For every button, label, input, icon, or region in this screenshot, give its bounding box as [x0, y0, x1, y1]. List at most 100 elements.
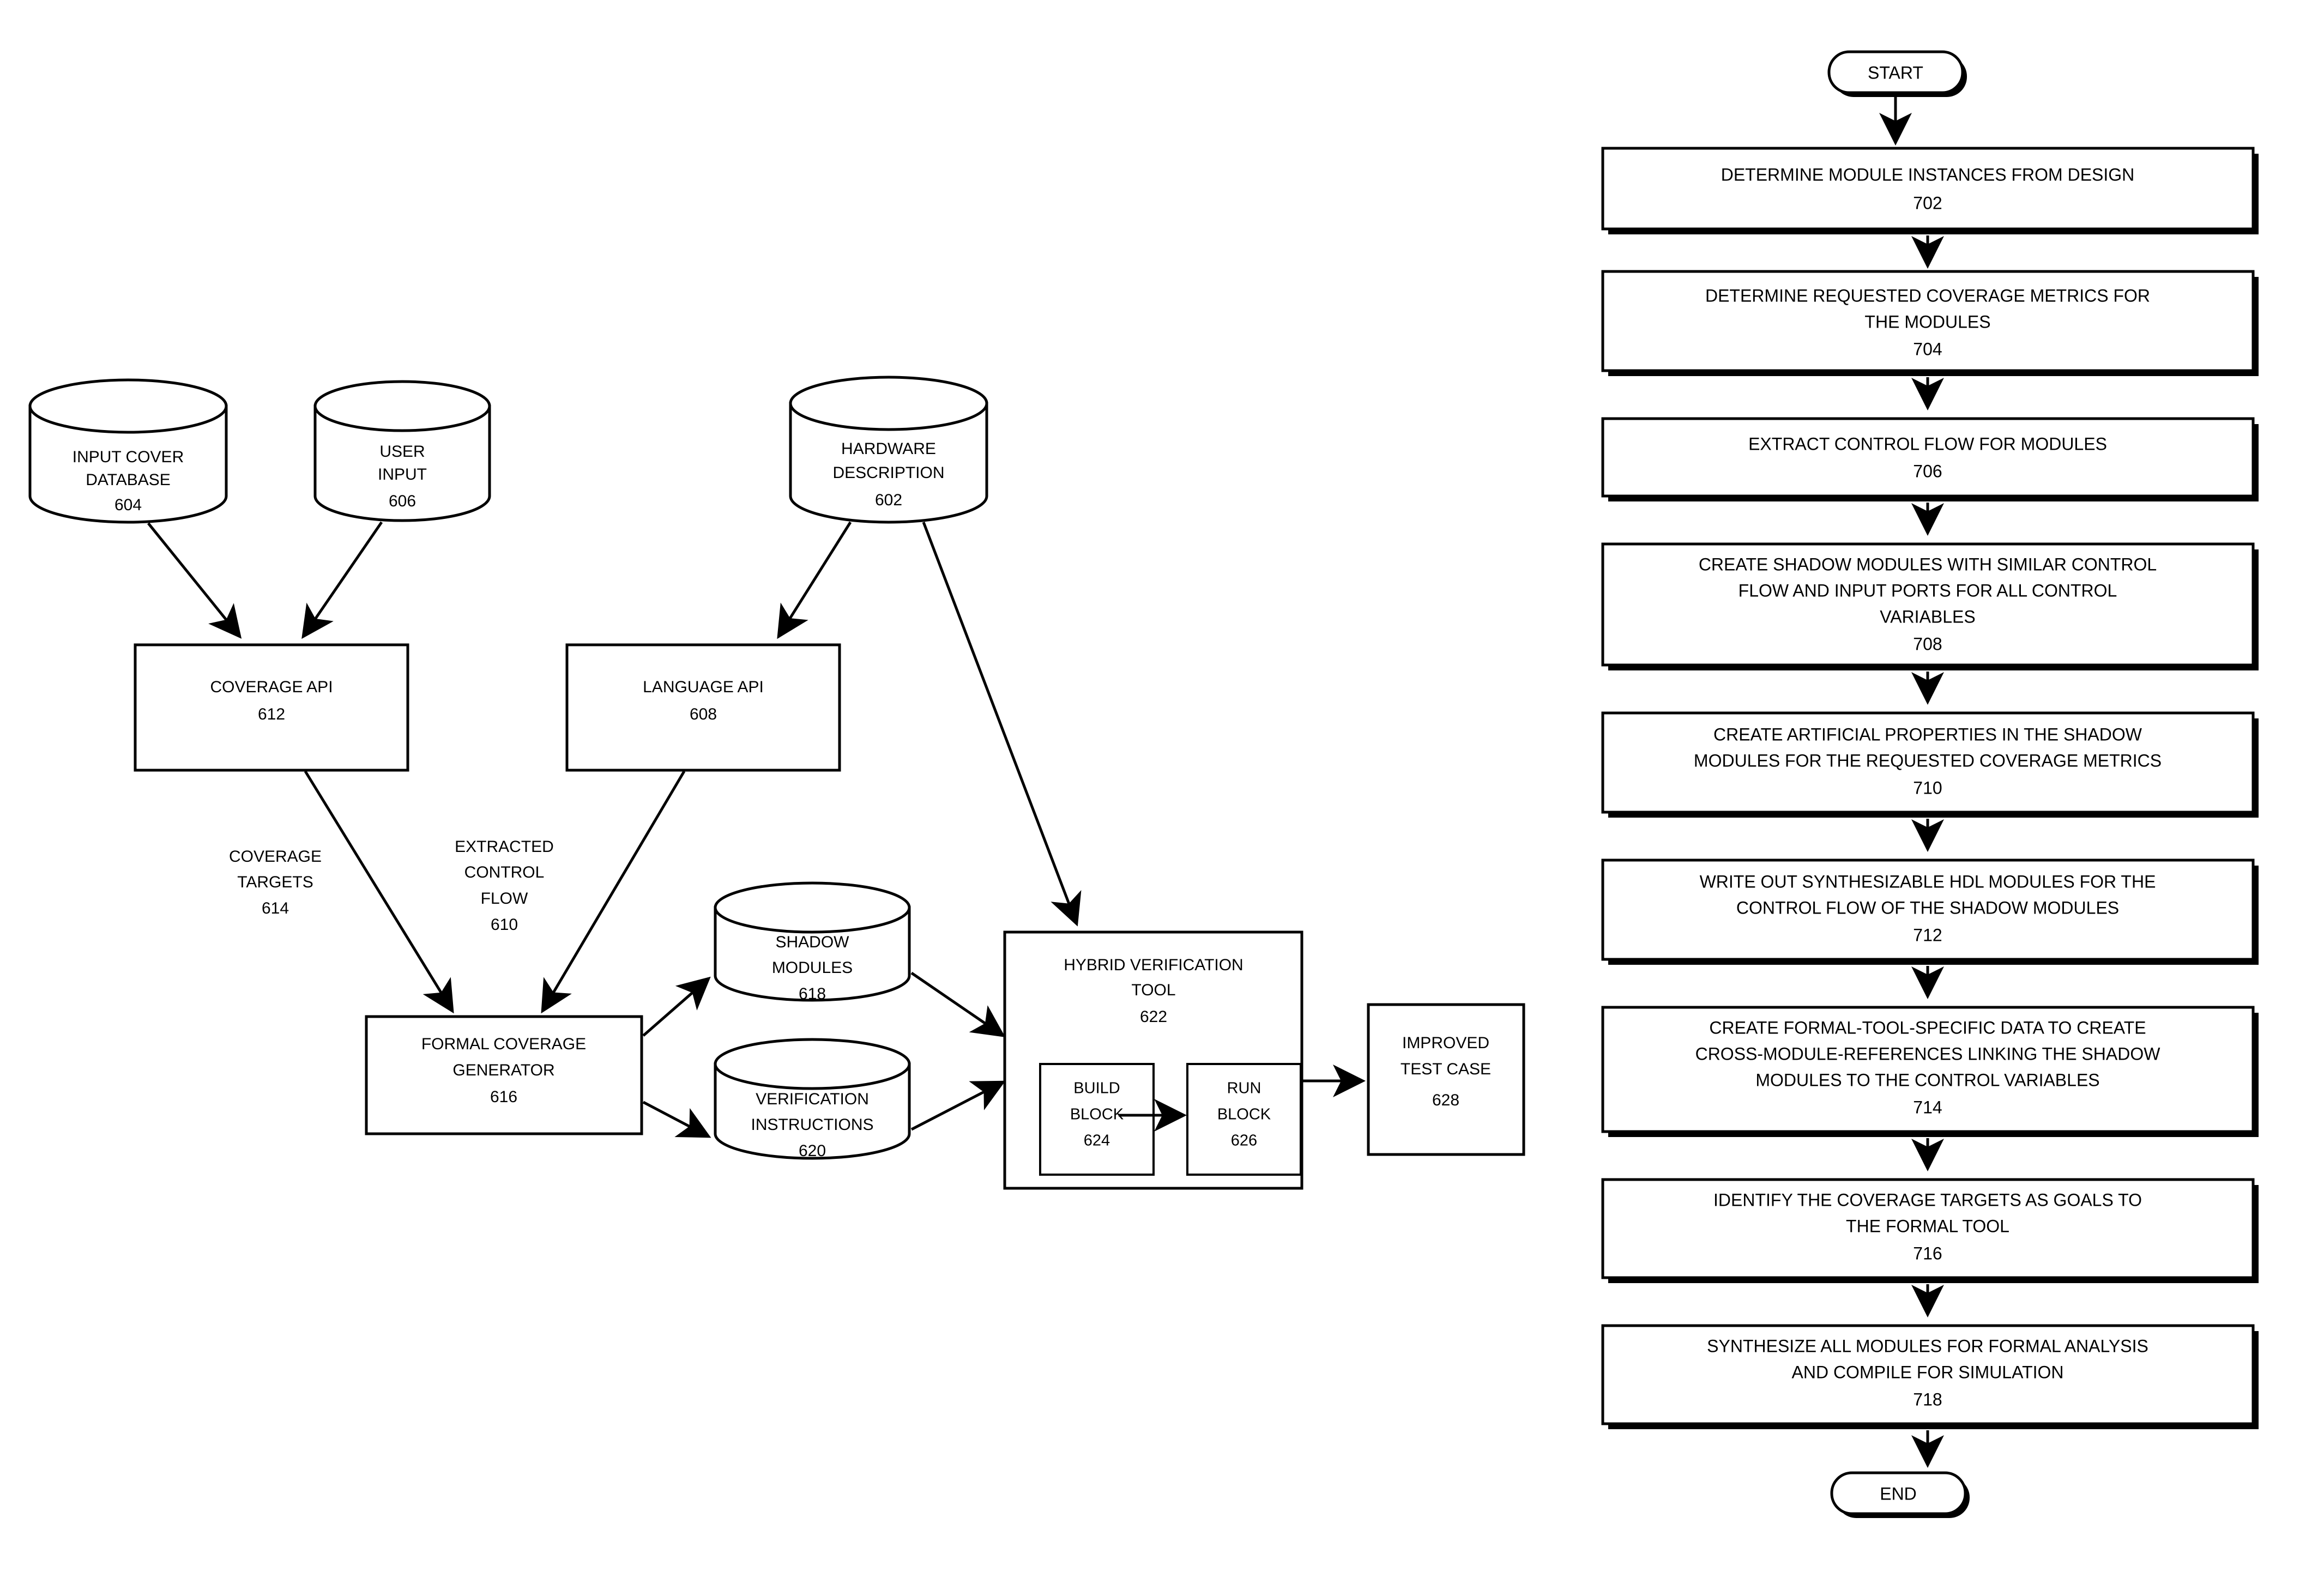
- node-label-line-1: RUN: [1227, 1080, 1261, 1097]
- node-label-line-2: TOOL: [1131, 981, 1175, 999]
- flow-step-text-line-2: THE MODULES: [1864, 312, 1990, 331]
- edge-label-614-ref: 614: [262, 899, 289, 917]
- flow-step-718: SYNTHESIZE ALL MODULES FOR FORMAL ANALYS…: [1601, 1324, 2259, 1429]
- node-verification-instructions: VERIFICATION INSTRUCTIONS 620: [714, 1038, 911, 1160]
- edge-label-610-ref: 610: [491, 916, 518, 934]
- node-label-line-1: IMPROVED: [1402, 1034, 1489, 1052]
- node-build-block: BUILD BLOCK 624: [1039, 1063, 1155, 1176]
- node-label-line-2: MODULES: [772, 959, 853, 977]
- flow-step-ref: 718: [1913, 1389, 1942, 1409]
- node-ref-612: 612: [258, 705, 285, 723]
- flow-step-text-line-1: IDENTIFY THE COVERAGE TARGETS AS GOALS T…: [1713, 1190, 2142, 1210]
- flow-step-ref: 714: [1913, 1097, 1942, 1117]
- edge-604-to-coverage-api: [147, 522, 242, 639]
- edge-generator-to-shadow-modules: [642, 976, 711, 1037]
- flow-step-text-line-1: CREATE FORMAL-TOOL-SPECIFIC DATA TO CREA…: [1709, 1018, 2146, 1037]
- node-ref-606: 606: [389, 492, 416, 510]
- node-ref-626: 626: [1231, 1132, 1257, 1150]
- node-label-line-2: GENERATOR: [452, 1061, 554, 1079]
- flow-step-ref: 704: [1913, 339, 1942, 359]
- flow-step-712: WRITE OUT SYNTHESIZABLE HDL MODULES FOR …: [1601, 858, 2259, 965]
- node-input-cover-database: INPUT COVER DATABASE 604: [28, 378, 228, 524]
- flow-step-text-line-3: VARIABLES: [1880, 607, 1975, 626]
- node-ref-624: 624: [1084, 1132, 1110, 1150]
- flow-step-text-line-1: SYNTHESIZE ALL MODULES FOR FORMAL ANALYS…: [1707, 1336, 2148, 1356]
- node-hardware-description: HARDWARE DESCRIPTION 602: [789, 376, 988, 524]
- node-label-line-1: SHADOW: [776, 933, 850, 951]
- node-label-line-2: DATABASE: [86, 471, 171, 489]
- flow-step-710: CREATE ARTIFICIAL PROPERTIES IN THE SHAD…: [1601, 711, 2259, 818]
- node-ref-628: 628: [1432, 1091, 1459, 1109]
- edge-verification-instructions-to-hvt: [910, 1080, 1006, 1131]
- flow-step-text-line-2: MODULES FOR THE REQUESTED COVERAGE METRI…: [1694, 751, 2162, 770]
- node-ref-608: 608: [690, 705, 717, 723]
- node-shadow-modules: SHADOW MODULES 618: [714, 881, 911, 1003]
- flow-step-706: EXTRACT CONTROL FLOW FOR MODULES 706: [1601, 417, 2259, 501]
- node-label-line-2: BLOCK: [1217, 1106, 1271, 1123]
- node-label-line-1: BUILD: [1073, 1080, 1120, 1097]
- node-label-line-1: VERIFICATION: [756, 1090, 869, 1108]
- node-label-line-1: FORMAL COVERAGE: [421, 1035, 586, 1053]
- edge-606-to-coverage-api: [301, 521, 383, 639]
- edge-language-api-to-generator: [541, 770, 686, 1014]
- flow-start-terminator: START: [1827, 50, 1967, 97]
- flow-step-text-line-2: THE FORMAL TOOL: [1846, 1216, 2009, 1236]
- node-user-input: USER INPUT 606: [313, 380, 491, 522]
- flow-end-terminator: END: [1830, 1471, 1970, 1518]
- flow-step-text-line-1: DETERMINE MODULE INSTANCES FROM DESIGN: [1721, 165, 2135, 184]
- flow-step-704: DETERMINE REQUESTED COVERAGE METRICS FOR…: [1601, 270, 2259, 376]
- edge-label-614-line-2: TARGETS: [237, 873, 313, 891]
- edge-label-610-line-1: EXTRACTED: [455, 838, 554, 856]
- flow-step-text-line-2: FLOW AND INPUT PORTS FOR ALL CONTROL: [1739, 581, 2117, 600]
- node-label-line-2: DESCRIPTION: [832, 464, 944, 482]
- flow-step-text-line-1: EXTRACT CONTROL FLOW FOR MODULES: [1748, 434, 2107, 454]
- flow-step-702: DETERMINE MODULE INSTANCES FROM DESIGN 7…: [1601, 147, 2259, 234]
- node-label-line-2: INPUT: [378, 465, 427, 483]
- edge-label-610-line-3: FLOW: [481, 890, 528, 908]
- figure-canvas: INPUT COVER DATABASE 604 USER INPUT 606 …: [28, 50, 2259, 1518]
- flow-step-ref: 710: [1913, 778, 1942, 797]
- node-run-block: RUN BLOCK 626: [1186, 1063, 1302, 1176]
- flow-step-ref: 706: [1913, 461, 1942, 481]
- flow-start-label: START: [1868, 63, 1923, 82]
- flow-step-text-line-2: CONTROL FLOW OF THE SHADOW MODULES: [1736, 898, 2119, 917]
- node-label-line-1: USER: [379, 443, 425, 461]
- flow-step-ref: 702: [1913, 193, 1942, 213]
- node-coverage-api: COVERAGE API 612: [134, 643, 409, 772]
- flow-step-text-line-2: AND COMPILE FOR SIMULATION: [1791, 1362, 2063, 1382]
- edge-602-to-hybrid-verification-tool: [922, 522, 1082, 927]
- flow-step-716: IDENTIFY THE COVERAGE TARGETS AS GOALS T…: [1601, 1178, 2259, 1283]
- flow-step-ref: 716: [1913, 1243, 1942, 1263]
- node-ref-616: 616: [490, 1088, 517, 1106]
- node-formal-coverage-generator: FORMAL COVERAGE GENERATOR 616: [365, 1015, 643, 1135]
- edge-602-to-language-api: [777, 521, 852, 639]
- flow-step-text-line-1: CREATE SHADOW MODULES WITH SIMILAR CONTR…: [1699, 554, 2157, 574]
- node-ref-618: 618: [799, 985, 826, 1003]
- node-ref-604: 604: [114, 496, 142, 514]
- node-label-line-2: TEST CASE: [1401, 1060, 1491, 1078]
- patent-figure-page: INPUT COVER DATABASE 604 USER INPUT 606 …: [0, 0, 2324, 1584]
- flow-end-label: END: [1880, 1484, 1917, 1503]
- edge-label-610-line-2: CONTROL: [464, 863, 545, 881]
- flow-step-text-line-2: CROSS-MODULE-REFERENCES LINKING THE SHAD…: [1695, 1044, 2161, 1063]
- edge-label-614-line-1: COVERAGE: [229, 848, 322, 866]
- node-label: COVERAGE API: [210, 678, 333, 696]
- node-label-line-1: INPUT COVER: [73, 448, 184, 466]
- flow-step-ref: 712: [1913, 925, 1942, 945]
- node-improved-test-case: IMPROVED TEST CASE 628: [1367, 1003, 1525, 1156]
- edge-generator-to-verification-instructions: [642, 1101, 711, 1138]
- edge-shadow-modules-to-hvt: [910, 971, 1006, 1037]
- flow-step-text-line-1: WRITE OUT SYNTHESIZABLE HDL MODULES FOR …: [1700, 872, 2156, 891]
- node-ref-622: 622: [1140, 1008, 1167, 1026]
- node-label: LANGUAGE API: [643, 678, 764, 696]
- node-label-line-2: INSTRUCTIONS: [751, 1116, 874, 1134]
- node-ref-602: 602: [875, 491, 902, 509]
- flow-step-ref: 708: [1913, 634, 1942, 654]
- node-language-api: LANGUAGE API 608: [565, 643, 841, 772]
- node-label-line-1: HARDWARE: [841, 440, 936, 458]
- edge-coverage-api-to-generator: [304, 770, 454, 1014]
- flow-step-text-line-3: MODULES TO THE CONTROL VARIABLES: [1755, 1070, 2099, 1090]
- flow-step-text-line-1: CREATE ARTIFICIAL PROPERTIES IN THE SHAD…: [1713, 724, 2142, 744]
- node-label-line-2: BLOCK: [1070, 1106, 1124, 1123]
- flow-step-text-line-1: DETERMINE REQUESTED COVERAGE METRICS FOR: [1705, 286, 2150, 305]
